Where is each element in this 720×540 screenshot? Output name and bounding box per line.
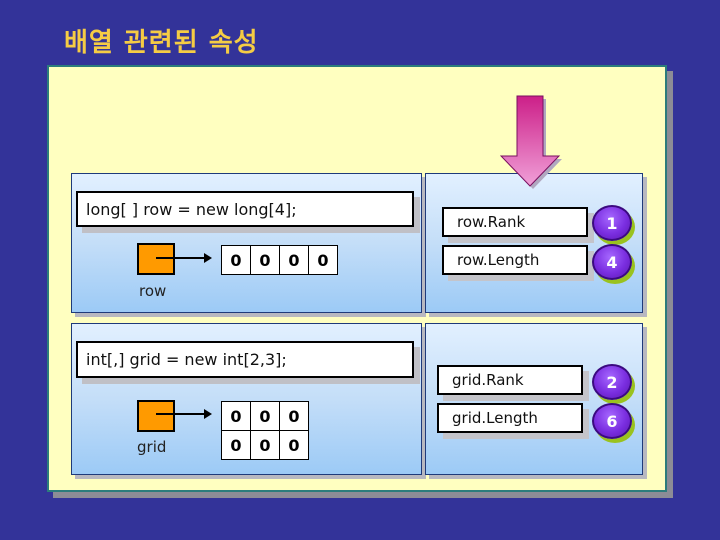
slide-title: 배열 관련된 속성	[64, 28, 259, 58]
grid-array-cell: 0	[250, 401, 280, 431]
grid-rank-value-badge: 2	[592, 364, 632, 400]
grid-rank-label: grid.Rank	[437, 365, 583, 395]
row-array-cell: 0	[250, 245, 280, 275]
row-pointer-arrow	[156, 253, 212, 263]
grid-length-label: grid.Length	[437, 403, 583, 433]
row-reference-box	[137, 243, 175, 275]
row-array-cell: 0	[279, 245, 309, 275]
grid-array-cell: 0	[279, 430, 309, 460]
grid-length-value-badge: 6	[592, 403, 632, 439]
row-variable-label: row	[139, 282, 167, 300]
row-array-cell: 0	[308, 245, 338, 275]
row-declaration: long[ ] row = new long[4];	[76, 191, 414, 227]
grid-pointer-arrow	[156, 409, 212, 419]
grid-declaration: int[,] grid = new int[2,3];	[76, 341, 414, 378]
grid-array-cell: 0	[221, 430, 251, 460]
row-array-cell: 0	[221, 245, 251, 275]
row-rank-label: row.Rank	[442, 207, 588, 237]
grid-array-cell: 0	[279, 401, 309, 431]
row-length-label: row.Length	[442, 245, 588, 275]
grid-variable-label: grid	[137, 438, 167, 456]
row-length-value-badge: 4	[592, 244, 632, 280]
down-arrow-icon	[500, 95, 562, 189]
row-array: 0 0 0 0	[221, 245, 338, 275]
grid-array-cell: 0	[250, 430, 280, 460]
grid-array: 0 0 0 0 0 0	[221, 401, 309, 460]
row-properties-panel	[425, 173, 643, 313]
grid-reference-box	[137, 400, 175, 432]
row-rank-value-badge: 1	[592, 205, 632, 241]
grid-array-cell: 0	[221, 401, 251, 431]
